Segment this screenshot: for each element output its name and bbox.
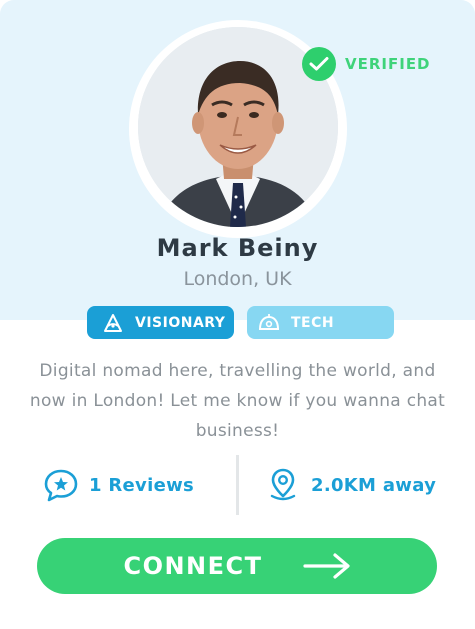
tag-tech-label: TECH — [291, 314, 335, 331]
profile-bio: Digital nomad here, travelling the world… — [29, 361, 446, 441]
profile-location: London, UK — [183, 268, 292, 290]
arrow-right-icon — [302, 552, 351, 580]
speech-bubble-star-icon — [43, 467, 79, 503]
profile-card: VERIFIED Mark Beiny London, UK VISIONARY… — [0, 0, 475, 629]
connect-button[interactable]: CONNECT — [37, 538, 437, 594]
verified-badge: VERIFIED — [302, 47, 431, 81]
tag-visionary[interactable]: VISIONARY — [87, 306, 234, 339]
stats-row: 1 Reviews 2.0KM away — [0, 455, 475, 515]
visionary-icon — [101, 311, 125, 335]
reviews-stat[interactable]: 1 Reviews — [43, 455, 194, 515]
tag-visionary-label: VISIONARY — [135, 314, 226, 331]
connect-label: CONNECT — [123, 552, 263, 580]
tech-icon — [257, 311, 281, 335]
tag-tech[interactable]: TECH — [247, 306, 394, 339]
location-pin-icon — [265, 467, 301, 503]
stats-divider — [236, 455, 239, 515]
checkmark-icon — [302, 47, 336, 81]
distance-stat: 2.0KM away — [265, 455, 436, 515]
distance-label: 2.0KM away — [311, 474, 437, 496]
verified-label: VERIFIED — [345, 55, 431, 73]
reviews-label: 1 Reviews — [89, 474, 195, 496]
profile-name: Mark Beiny — [156, 234, 319, 262]
